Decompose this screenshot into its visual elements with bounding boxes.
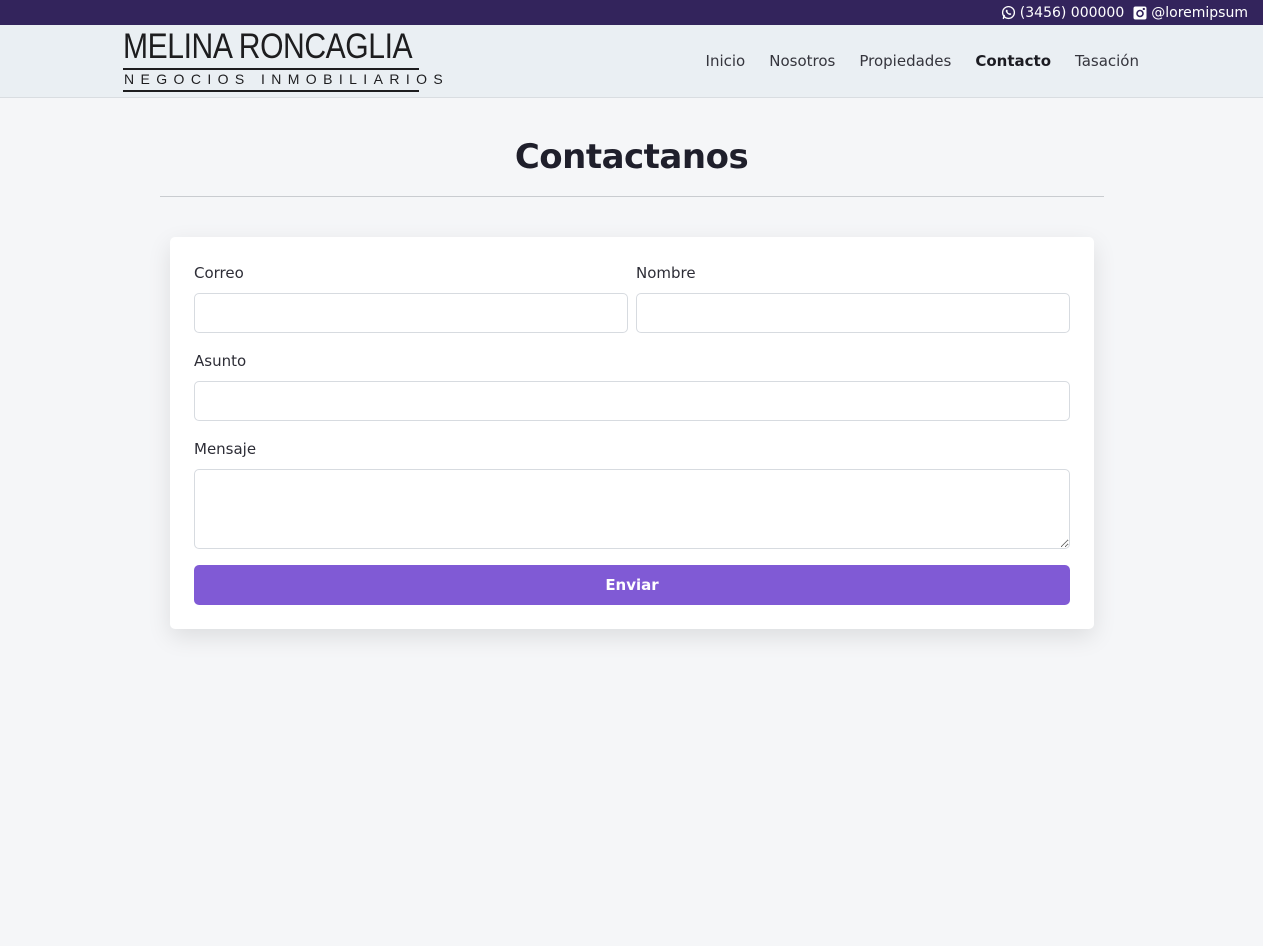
whatsapp-icon: [1001, 5, 1016, 20]
contact-form: Correo Nombre Asunto Mensaje Enviar: [170, 237, 1094, 629]
brand-name: MELINA RONCAGLIA: [123, 27, 413, 66]
brand-logo[interactable]: MELINA RONCAGLIA NEGOCIOS INMOBILIARIOS: [123, 27, 443, 94]
page-title: Contactanos: [514, 137, 749, 177]
logo-divider: [123, 68, 419, 70]
subject-label: Asunto: [194, 352, 247, 370]
top-contact-bar: (3456) 000000 @loremipsum: [0, 0, 1263, 25]
phone-contact[interactable]: (3456) 000000: [1001, 5, 1124, 21]
nav-item-nosotros[interactable]: Nosotros: [769, 52, 835, 70]
message-field[interactable]: [194, 469, 1070, 549]
nav-item-propiedades[interactable]: Propiedades: [859, 52, 951, 70]
site-header: MELINA RONCAGLIA NEGOCIOS INMOBILIARIOS …: [0, 25, 1263, 98]
phone-number: (3456) 000000: [1019, 4, 1125, 21]
name-field[interactable]: [636, 293, 1070, 333]
nav-item-tasacion[interactable]: Tasación: [1075, 52, 1139, 70]
title-divider: [160, 196, 1104, 197]
name-label: Nombre: [636, 264, 696, 282]
email-field[interactable]: [194, 293, 628, 333]
instagram-icon: [1133, 6, 1147, 20]
logo-underline: [123, 90, 419, 92]
email-label: Correo: [194, 264, 244, 282]
subject-field[interactable]: [194, 381, 1070, 421]
main-navigation: Inicio Nosotros Propiedades Contacto Tas…: [706, 25, 1139, 97]
instagram-handle: @loremipsum: [1151, 4, 1248, 21]
nav-item-inicio[interactable]: Inicio: [706, 52, 746, 70]
message-label: Mensaje: [194, 440, 257, 458]
send-button[interactable]: Enviar: [194, 565, 1070, 605]
nav-item-contacto[interactable]: Contacto: [975, 52, 1051, 70]
brand-tagline: NEGOCIOS INMOBILIARIOS: [124, 71, 450, 87]
instagram-contact[interactable]: @loremipsum: [1133, 5, 1248, 21]
